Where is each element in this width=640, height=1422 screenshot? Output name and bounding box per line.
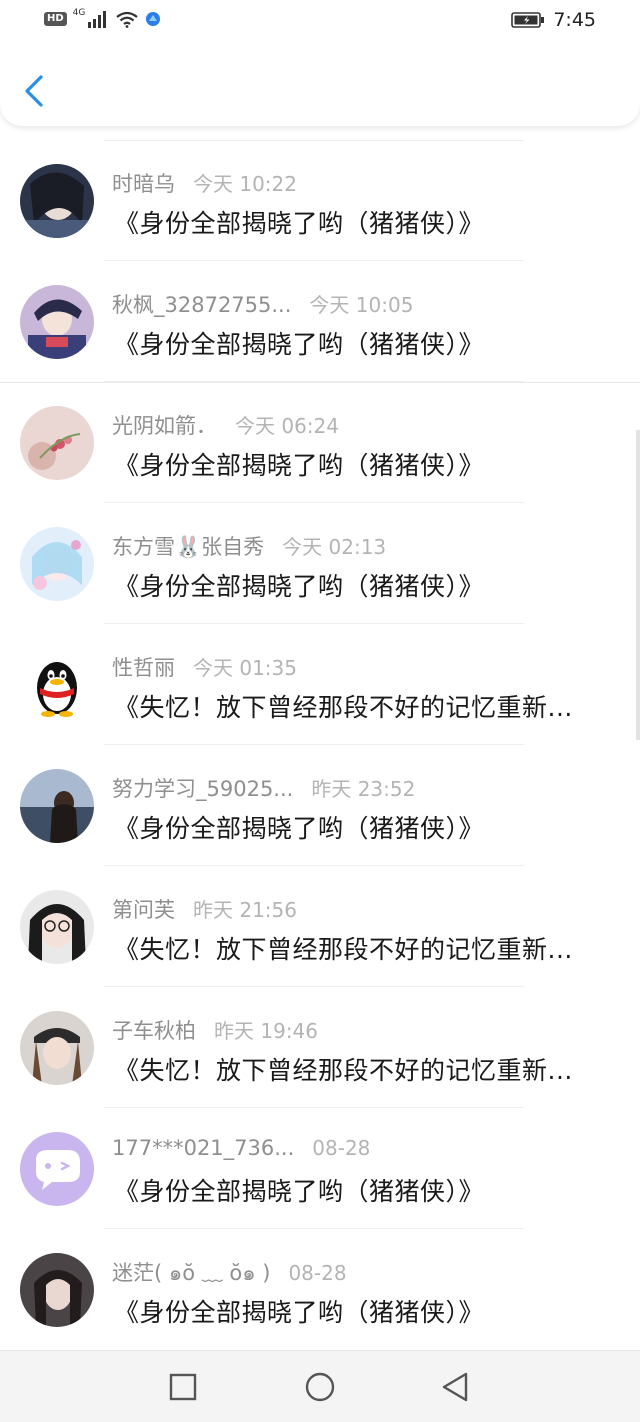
screen: HD 4G 7:45 时暗乌 今天 10:22 《身份全部揭晓了哟（猪猪侠）》 … (0, 0, 640, 1422)
user-name[interactable]: 第问芙 (112, 894, 175, 924)
item-title[interactable]: 《失忆！放下曾经那段不好的记忆重新... (114, 1051, 604, 1087)
avatar[interactable] (20, 890, 94, 964)
square-icon (169, 1373, 197, 1401)
battery-icon (511, 12, 545, 28)
avatar[interactable] (20, 1011, 94, 1085)
home-button[interactable] (302, 1369, 338, 1405)
user-name[interactable]: 秋枫_32872755... (112, 289, 291, 319)
item-meta: 性哲丽 今天 01:35 (112, 652, 297, 682)
wifi-icon (116, 11, 139, 28)
item-meta: 177***021_736... 08-28 (112, 1136, 370, 1160)
status-right: 7:45 (511, 9, 596, 31)
user-name[interactable]: 光阴如箭． (112, 410, 217, 440)
list-item[interactable]: 努力学习_59025... 昨天 23:52 《身份全部揭晓了哟（猪猪侠）》 (0, 745, 640, 866)
avatar[interactable] (20, 406, 94, 480)
avatar[interactable] (20, 285, 94, 359)
item-meta: 第问芙 昨天 21:56 (112, 894, 297, 924)
chevron-left-icon (25, 75, 43, 107)
avatar[interactable] (20, 164, 94, 238)
chat-bubble-icon (20, 1132, 94, 1206)
list-item[interactable]: 177***021_736... 08-28 《身份全部揭晓了哟（猪猪侠）》 (0, 1108, 640, 1229)
back-button[interactable] (20, 72, 50, 110)
item-title[interactable]: 《失忆！放下曾经那段不好的记忆重新... (114, 930, 604, 966)
item-meta: 迷茫( ๑ŏ ﹏ ŏ๑ ) 08-28 (112, 1257, 347, 1290)
list-item[interactable]: 第问芙 昨天 21:56 《失忆！放下曾经那段不好的记忆重新... (0, 866, 640, 987)
app-notification-icon (146, 12, 161, 26)
user-name[interactable]: 性哲丽 (112, 652, 175, 682)
item-title[interactable]: 《身份全部揭晓了哟（猪猪侠）》 (114, 809, 604, 845)
list-item[interactable]: 东方雪🐰张自秀 今天 02:13 《身份全部揭晓了哟（猪猪侠）》 (0, 503, 640, 624)
item-meta: 秋枫_32872755... 今天 10:05 (112, 289, 413, 319)
system-nav-bar (0, 1350, 640, 1422)
circle-icon (305, 1372, 335, 1402)
network-type: 4G (72, 8, 86, 18)
user-name[interactable]: 子车秋柏 (112, 1015, 196, 1045)
item-title[interactable]: 《失忆！放下曾经那段不好的记忆重新... (114, 688, 604, 724)
triangle-back-icon (442, 1372, 468, 1402)
user-name[interactable]: 时暗乌 (112, 168, 175, 198)
timestamp: 昨天 23:52 (311, 777, 416, 801)
timestamp: 今天 10:22 (193, 172, 297, 196)
user-name[interactable]: 迷茫( ๑ŏ ﹏ ŏ๑ ) (112, 1257, 270, 1290)
system-back-button[interactable] (438, 1369, 474, 1405)
comment-list: 时暗乌 今天 10:22 《身份全部揭晓了哟（猪猪侠）》 秋枫_32872755… (0, 140, 640, 1350)
header-bar: HD 4G 7:45 (0, 0, 640, 126)
user-name[interactable]: 东方雪🐰张自秀 (112, 531, 264, 561)
qq-penguin-icon (20, 648, 94, 722)
avatar[interactable] (20, 1132, 94, 1206)
timestamp: 今天 02:13 (282, 535, 387, 559)
scrollbar[interactable] (636, 430, 640, 740)
list-item[interactable]: 秋枫_32872755... 今天 10:05 《身份全部揭晓了哟（猪猪侠）》 (0, 261, 640, 382)
item-title[interactable]: 《身份全部揭晓了哟（猪猪侠）》 (114, 1293, 604, 1329)
list-item[interactable]: 光阴如箭． 今天 06:24 《身份全部揭晓了哟（猪猪侠）》 (0, 382, 640, 503)
list-item[interactable]: 子车秋柏 昨天 19:46 《失忆！放下曾经那段不好的记忆重新... (0, 987, 640, 1108)
item-meta: 子车秋柏 昨天 19:46 (112, 1015, 318, 1045)
item-meta: 努力学习_59025... 昨天 23:52 (112, 773, 415, 803)
status-left: HD 4G (44, 8, 161, 28)
section-divider (0, 382, 640, 383)
timestamp: 今天 01:35 (193, 656, 297, 680)
list-item[interactable]: 性哲丽 今天 01:35 《失忆！放下曾经那段不好的记忆重新... (0, 624, 640, 745)
item-title[interactable]: 《身份全部揭晓了哟（猪猪侠）》 (114, 1172, 604, 1208)
item-meta: 东方雪🐰张自秀 今天 02:13 (112, 531, 386, 561)
timestamp: 今天 10:05 (309, 293, 414, 317)
avatar[interactable] (20, 527, 94, 601)
list-item[interactable]: 时暗乌 今天 10:22 《身份全部揭晓了哟（猪猪侠）》 (0, 140, 640, 261)
user-name[interactable]: 努力学习_59025... (112, 773, 293, 803)
status-bar: HD 4G 7:45 (0, 0, 640, 44)
user-name[interactable]: 177***021_736... (112, 1136, 294, 1160)
clock: 7:45 (553, 9, 596, 31)
list-item[interactable]: 迷茫( ๑ŏ ﹏ ŏ๑ ) 08-28 《身份全部揭晓了哟（猪猪侠）》 (0, 1229, 640, 1350)
timestamp: 08-28 (312, 1136, 371, 1160)
timestamp: 08-28 (288, 1261, 347, 1285)
item-meta: 光阴如箭． 今天 06:24 (112, 410, 339, 440)
item-title[interactable]: 《身份全部揭晓了哟（猪猪侠）》 (114, 567, 604, 603)
signal-icon (88, 11, 107, 28)
item-title[interactable]: 《身份全部揭晓了哟（猪猪侠）》 (114, 446, 604, 482)
hd-badge: HD (44, 12, 67, 26)
avatar[interactable] (20, 769, 94, 843)
item-meta: 时暗乌 今天 10:22 (112, 168, 297, 198)
item-title[interactable]: 《身份全部揭晓了哟（猪猪侠）》 (114, 204, 604, 240)
avatar[interactable] (20, 1253, 94, 1327)
recent-apps-button[interactable] (165, 1369, 201, 1405)
avatar[interactable] (20, 648, 94, 722)
timestamp: 昨天 21:56 (193, 898, 297, 922)
timestamp: 今天 06:24 (235, 414, 339, 438)
item-title[interactable]: 《身份全部揭晓了哟（猪猪侠）》 (114, 325, 604, 361)
timestamp: 昨天 19:46 (214, 1019, 318, 1043)
